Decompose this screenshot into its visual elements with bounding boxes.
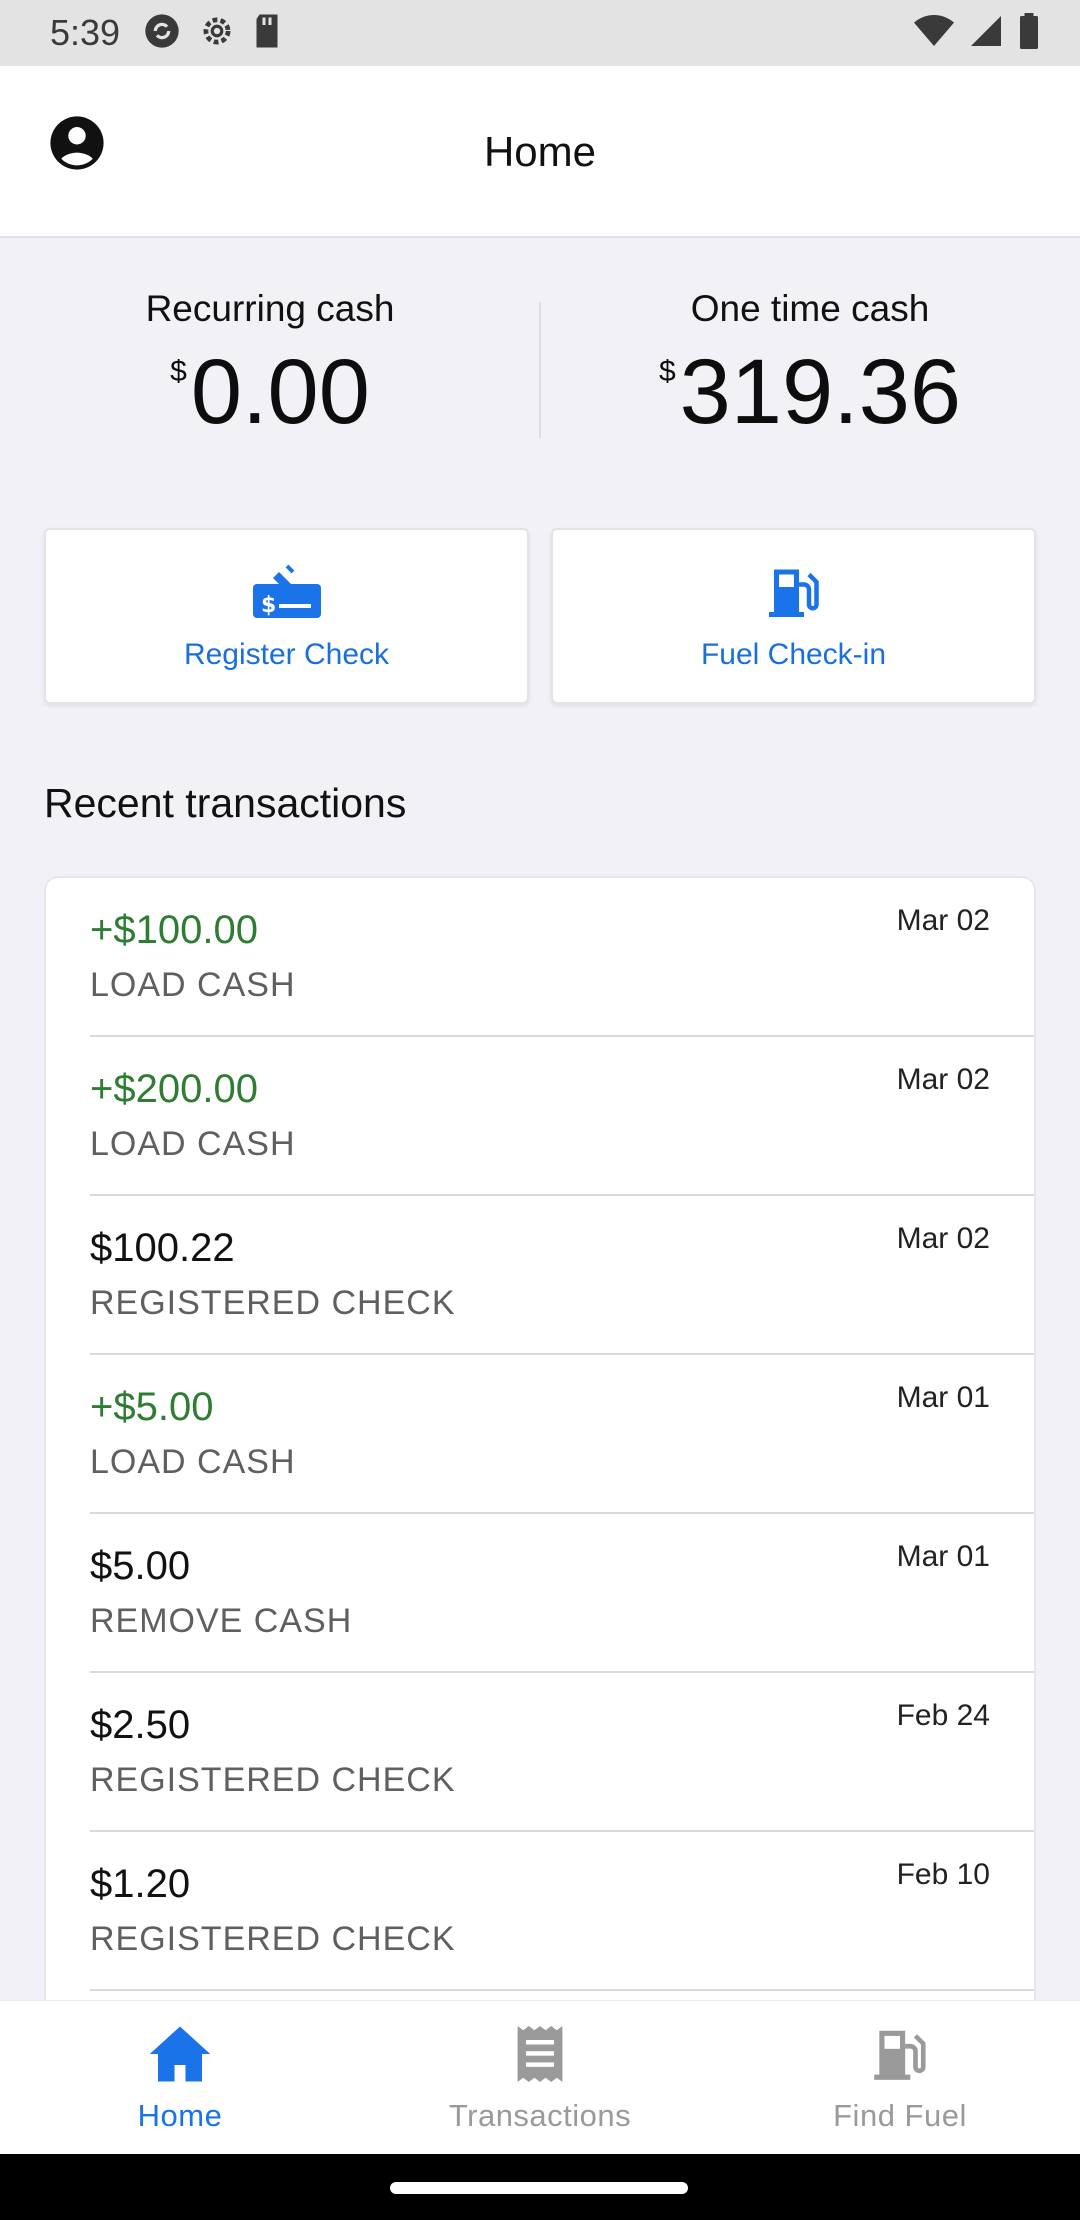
- register-check-button[interactable]: $ Register Check: [44, 528, 529, 704]
- recurring-cash-amount: $ 0.00: [170, 342, 370, 442]
- quick-actions: $ Register Check Fuel Check-in: [44, 528, 1036, 704]
- home-gesture-handle[interactable]: [390, 2182, 688, 2194]
- transaction-amount: $5.00: [90, 1544, 191, 1588]
- svg-text:$: $: [261, 593, 276, 618]
- one-time-cash: One time cash $ 319.36: [540, 238, 1080, 468]
- app-header: Home: [0, 66, 1080, 238]
- transactions-list: +$100.00 LOAD CASH Mar 02 +$200.00 LOAD …: [44, 876, 1036, 2000]
- register-check-label: Register Check: [183, 638, 390, 671]
- recurring-cash-value: 0.00: [190, 341, 370, 443]
- wifi-icon: [914, 14, 954, 53]
- home-icon: [147, 2023, 213, 2090]
- transaction-date: Mar 02: [896, 904, 990, 937]
- recent-transactions-title: Recent transactions: [44, 780, 407, 826]
- status-bar: 5:39: [0, 0, 1080, 66]
- nav-item-find-fuel[interactable]: Find Fuel: [720, 2001, 1080, 2154]
- list-item[interactable]: +$100.00 LOAD CASH Mar 02: [90, 878, 1034, 1037]
- transaction-type: LOAD CASH: [90, 1125, 296, 1163]
- gesture-navigation-bar: [0, 2154, 1080, 2220]
- list-item[interactable]: $2.50 REGISTERED CHECK Feb 24: [90, 1673, 1034, 1832]
- bottom-navigation: Home Transactions Find Fuel: [0, 2000, 1080, 2154]
- transaction-amount: +$5.00: [90, 1385, 214, 1429]
- currency-symbol: $: [170, 355, 187, 388]
- nav-item-home[interactable]: Home: [0, 2001, 360, 2154]
- transaction-date: Mar 02: [896, 1222, 990, 1255]
- receipt-icon: [512, 2023, 568, 2090]
- transaction-date: Mar 01: [896, 1540, 990, 1573]
- transaction-date: Feb 24: [896, 1699, 990, 1732]
- one-time-cash-value: 319.36: [679, 341, 962, 443]
- one-time-cash-label: One time cash: [690, 288, 930, 329]
- fuel-station-icon: [869, 2023, 931, 2090]
- transaction-amount: $1.20: [90, 1862, 191, 1906]
- transaction-type: REMOVE CASH: [90, 1602, 353, 1640]
- list-item[interactable]: $100.22 REGISTERED CHECK Mar 02: [90, 1196, 1034, 1355]
- sd-card-icon: [252, 13, 282, 54]
- currency-symbol: $: [658, 355, 676, 388]
- transaction-amount: +$200.00: [90, 1067, 258, 1111]
- list-item[interactable]: $1.20 REGISTERED CHECK Feb 10: [90, 1832, 1034, 1991]
- nav-label-transactions: Transactions: [448, 2098, 632, 2133]
- list-item[interactable]: $5.00 REMOVE CASH Mar 01: [90, 1514, 1034, 1673]
- balance-summary: Recurring cash $ 0.00 One time cash $ 31…: [0, 238, 1080, 468]
- one-time-cash-amount: $ 319.36: [659, 342, 961, 442]
- transaction-type: REGISTERED CHECK: [90, 1920, 456, 1958]
- status-time: 5:39: [50, 12, 121, 53]
- page-title: Home: [483, 128, 597, 175]
- transaction-type: LOAD CASH: [90, 966, 296, 1004]
- fuel-pump-icon: [764, 560, 824, 624]
- transaction-date: Mar 02: [896, 1063, 990, 1096]
- nav-item-transactions[interactable]: Transactions: [360, 2001, 720, 2154]
- recurring-cash-label: Recurring cash: [145, 288, 395, 329]
- transaction-date: Feb 10: [896, 1858, 990, 1891]
- settings-icon: [198, 12, 236, 55]
- transaction-date: Mar 01: [896, 1381, 990, 1414]
- nav-label-home: Home: [137, 2098, 223, 2133]
- fuel-check-in-button[interactable]: Fuel Check-in: [551, 528, 1036, 704]
- recurring-cash: Recurring cash $ 0.00: [0, 238, 540, 468]
- sync-icon: [142, 11, 182, 56]
- transaction-type: REGISTERED CHECK: [90, 1284, 456, 1322]
- battery-icon: [1018, 12, 1040, 54]
- signal-icon: [968, 13, 1004, 54]
- list-item[interactable]: +$200.00 LOAD CASH Mar 02: [90, 1037, 1034, 1196]
- nav-label-find-fuel: Find Fuel: [833, 2098, 967, 2133]
- list-item[interactable]: +$5.00 LOAD CASH Mar 01: [90, 1355, 1034, 1514]
- fuel-check-in-label: Fuel Check-in: [700, 638, 887, 671]
- transaction-amount: $100.22: [90, 1226, 235, 1270]
- transaction-type: LOAD CASH: [90, 1443, 296, 1481]
- check-icon: $: [251, 560, 323, 624]
- transaction-type: REGISTERED CHECK: [90, 1761, 456, 1799]
- transaction-amount: +$100.00: [90, 908, 258, 952]
- transaction-amount: $2.50: [90, 1703, 191, 1747]
- balance-divider: [539, 302, 541, 438]
